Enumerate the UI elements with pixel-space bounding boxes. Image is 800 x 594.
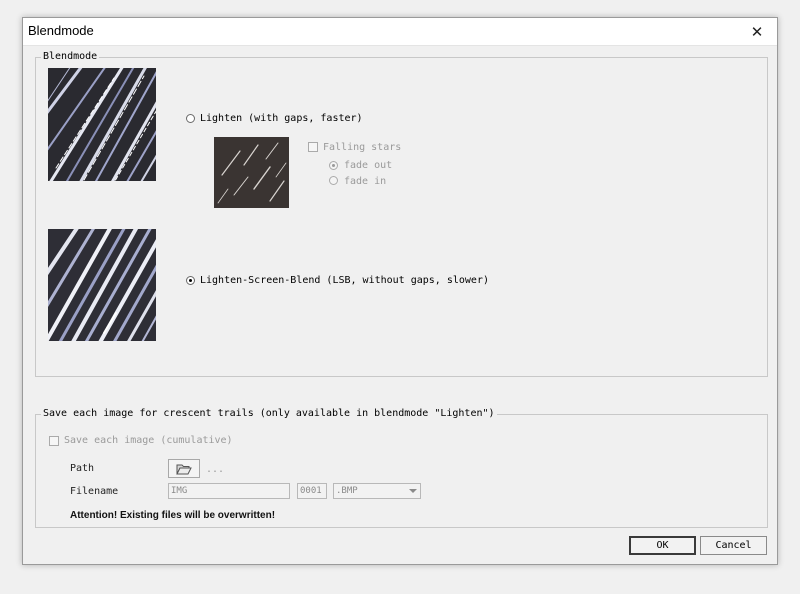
file-extension-value: .BMP [336,486,358,496]
save-each-image-label: Save each image (cumulative) [64,435,233,446]
blendmode-group-label: Blendmode [41,50,100,64]
lighten-radio[interactable] [186,114,195,123]
filename-prefix-input[interactable]: IMG [168,483,290,499]
title-bar: Blendmode ✕ [23,18,777,46]
blendmode-group: Blendmode Lighten (with gaps, faster) Fa… [35,50,768,377]
lsb-label: Lighten-Screen-Blend (LSB, without gaps,… [200,275,489,286]
fade-out-radio[interactable] [329,161,338,170]
file-extension-select[interactable]: .BMP [333,483,421,499]
close-icon: ✕ [750,22,764,41]
filename-label: Filename [70,486,119,497]
browse-folder-button[interactable] [168,459,200,478]
lighten-preview-image [48,68,156,181]
save-group-label: Save each image for crescent trails (onl… [41,407,497,421]
overwrite-warning: Attention! Existing files will be overwr… [70,510,276,521]
filename-counter-input[interactable]: 0001 [297,483,327,499]
falling-stars-checkbox[interactable] [308,142,318,152]
blendmode-dialog: Blendmode ✕ Blendmode Lighten (with gaps… [22,17,778,565]
folder-open-icon [176,464,192,474]
lighten-label: Lighten (with gaps, faster) [200,113,363,124]
falling-stars-preview-image [214,137,289,208]
path-value: ... [206,464,225,475]
window-title: Blendmode [28,23,94,38]
save-group: Save each image for crescent trails (onl… [35,407,768,528]
path-label: Path [70,463,95,474]
fade-in-label: fade in [344,176,387,187]
ok-button[interactable]: OK [629,536,696,555]
fade-out-label: fade out [344,160,393,171]
fade-in-radio[interactable] [329,176,338,185]
cancel-button[interactable]: Cancel [700,536,767,555]
falling-stars-label: Falling stars [323,142,402,153]
chevron-down-icon [409,489,417,493]
lsb-preview-image [48,229,156,341]
lsb-radio[interactable] [186,276,195,285]
close-button[interactable]: ✕ [737,18,777,45]
save-each-image-checkbox[interactable] [49,436,59,446]
